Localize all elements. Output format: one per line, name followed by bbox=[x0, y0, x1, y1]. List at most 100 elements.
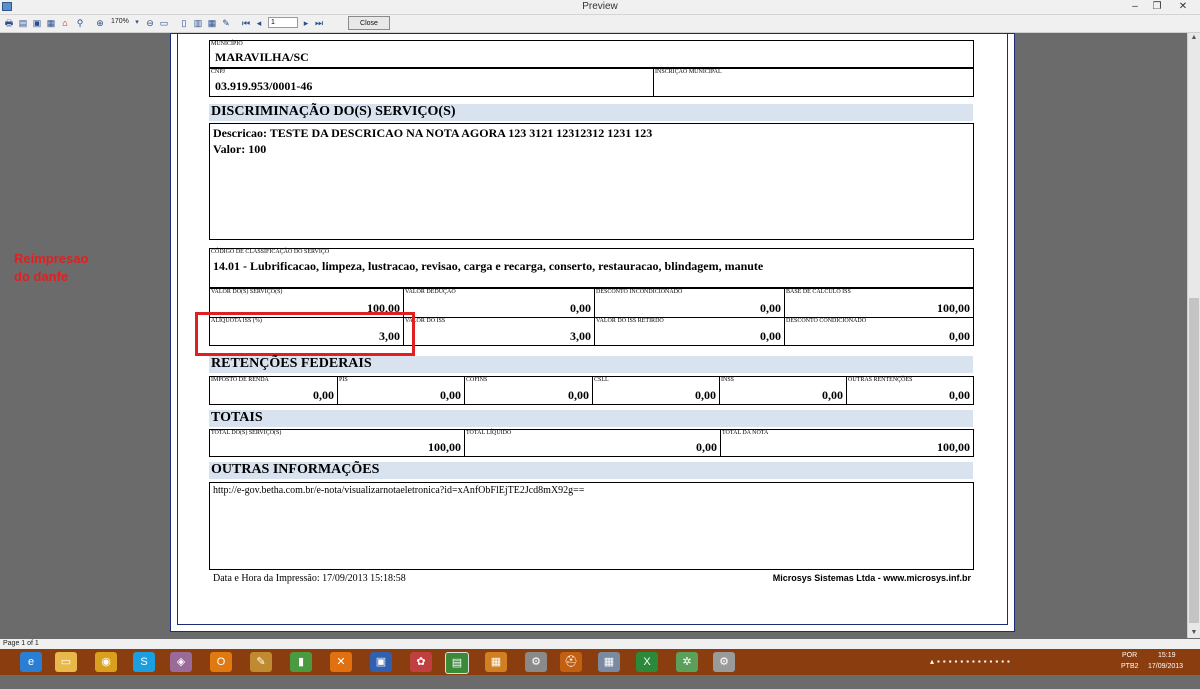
app-icon-10[interactable]: ✿ bbox=[410, 652, 432, 672]
zoom-dropdown-icon[interactable]: ▾ bbox=[131, 17, 143, 29]
vendor-footer: Microsys Sistemas Ltda - www.microsys.in… bbox=[772, 573, 971, 583]
csll-cell: CSLL 0,00 bbox=[593, 377, 720, 404]
cnpj-value: 03.919.953/0001-46 bbox=[215, 79, 313, 93]
total-liquido-label: TOTAL LÍQUIDO bbox=[466, 430, 512, 436]
tools-icon[interactable]: ✎ bbox=[250, 652, 272, 672]
total-nota-cell: TOTAL DA NOTA 100,00 bbox=[721, 430, 973, 456]
page-number-input[interactable] bbox=[268, 17, 298, 28]
municipio-value: MARAVILHA/SC bbox=[215, 50, 309, 64]
calculator-icon[interactable]: ▦ bbox=[598, 652, 620, 672]
app-icon-4[interactable]: ◈ bbox=[170, 652, 192, 672]
prev-page-icon[interactable]: ◂ bbox=[253, 17, 265, 29]
open-icon[interactable]: ▤ bbox=[17, 17, 29, 29]
base-calculo-cell: BASE DE CÁLCULO ISS 100,00 bbox=[785, 289, 973, 317]
classificacao-label: CÓDIGO DE CLASSIFICAÇÃO DO SERVIÇO bbox=[211, 249, 330, 255]
export-icon[interactable]: ▦ bbox=[45, 17, 57, 29]
outras-retencoes-label: OUTRAS RENTENÇÕES bbox=[848, 377, 913, 383]
municipio-label: MUNICÍPIO bbox=[211, 41, 243, 47]
total-servicos-cell: TOTAL DO(S) SERVIÇO(S) 100,00 bbox=[210, 430, 465, 456]
desconto-incondicionado-cell: DESCONTO INCONDICIONADO 0,00 bbox=[595, 289, 784, 317]
valor-iss-value: 3,00 bbox=[570, 329, 591, 343]
valor-iss-cell: VALOR DO ISS 3,00 bbox=[404, 318, 594, 345]
ir-value: 0,00 bbox=[313, 388, 334, 402]
discriminacao-line2: Valor: 100 bbox=[213, 142, 267, 156]
csll-value: 0,00 bbox=[695, 388, 716, 402]
next-page-icon[interactable]: ▸ bbox=[300, 17, 312, 29]
vertical-scrollbar[interactable]: ▲ ▼ bbox=[1187, 33, 1200, 638]
zoom-level[interactable]: 170% bbox=[111, 18, 129, 25]
reprint-note-line2: do danfe bbox=[14, 269, 69, 284]
fit-page-icon[interactable]: ▭ bbox=[158, 17, 170, 29]
save-icon[interactable]: ▣ bbox=[31, 17, 43, 29]
pdf-icon[interactable]: ⌂ bbox=[59, 17, 71, 29]
close-window-button[interactable]: ✕ bbox=[1170, 0, 1196, 14]
input-layout[interactable]: PTB2 bbox=[1121, 663, 1139, 689]
page-count: Page 1 of 1 bbox=[3, 640, 39, 647]
skype-icon[interactable]: S bbox=[133, 652, 155, 672]
valor-deducao-label: VALOR DEDUÇÃO bbox=[405, 289, 456, 295]
multi-pages-icon[interactable]: ▦ bbox=[206, 17, 218, 29]
app-icon-9[interactable]: ▣ bbox=[370, 652, 392, 672]
ie-icon[interactable]: e bbox=[20, 652, 42, 672]
scroll-thumb[interactable] bbox=[1189, 298, 1199, 623]
first-page-icon[interactable]: ⏮ bbox=[240, 17, 252, 29]
tray-icons[interactable]: ▴▪▪▪▪▪▪▪▪▪▪▪▪▪ bbox=[930, 657, 1013, 683]
valor-servicos-label: VALOR DO(S) SERVIÇO(S) bbox=[211, 289, 283, 295]
inscricao-label: INSCRIÇÃO MUNICIPAL bbox=[655, 69, 722, 75]
app-icon-13[interactable]: ⚙ bbox=[525, 652, 547, 672]
excel-icon[interactable]: X bbox=[636, 652, 658, 672]
total-nota-value: 100,00 bbox=[937, 440, 970, 454]
print-icon[interactable]: 🖶 bbox=[3, 17, 15, 29]
reprint-note: Reimpresao do danfe bbox=[14, 250, 88, 286]
edit-icon[interactable]: ✎ bbox=[220, 17, 232, 29]
total-nota-label: TOTAL DA NOTA bbox=[722, 430, 769, 436]
classificacao-box: CÓDIGO DE CLASSIFICAÇÃO DO SERVIÇO 14.01… bbox=[209, 248, 974, 288]
cnpj-cell: CNPJ 03.919.953/0001-46 bbox=[210, 69, 654, 96]
find-icon[interactable]: ⚲ bbox=[74, 17, 86, 29]
totais-header: TOTAIS bbox=[209, 410, 973, 427]
clock-date[interactable]: 17/09/2013 bbox=[1148, 663, 1183, 689]
cofins-cell: COFINS 0,00 bbox=[465, 377, 593, 404]
cofins-value: 0,00 bbox=[568, 388, 589, 402]
ir-label: IMPOSTO DE RENDA bbox=[211, 377, 269, 383]
single-page-icon[interactable]: ▯ bbox=[178, 17, 190, 29]
scroll-up-icon[interactable]: ▲ bbox=[1188, 33, 1200, 43]
last-page-icon[interactable]: ⏭ bbox=[313, 17, 325, 29]
iss-retido-value: 0,00 bbox=[760, 329, 781, 343]
close-button[interactable]: Close bbox=[348, 16, 390, 30]
retencoes-row: IMPOSTO DE RENDA 0,00 PIS 0,00 COFINS 0,… bbox=[209, 376, 974, 405]
desconto-condicionado-value: 0,00 bbox=[949, 329, 970, 343]
network-app-icon[interactable]: ✲ bbox=[676, 652, 698, 672]
outlook-icon[interactable]: O bbox=[210, 652, 232, 672]
app-icon-12[interactable]: ▦ bbox=[485, 652, 507, 672]
pis-cell: PIS 0,00 bbox=[338, 377, 465, 404]
inss-label: INSS bbox=[721, 377, 735, 383]
desconto-incondicionado-value: 0,00 bbox=[760, 301, 781, 315]
base-calculo-value: 100,00 bbox=[937, 301, 970, 315]
scroll-down-icon[interactable]: ▼ bbox=[1188, 628, 1200, 638]
app-icon-18[interactable]: ⚙ bbox=[713, 652, 735, 672]
outras-title: OUTRAS INFORMAÇÕES bbox=[211, 462, 380, 477]
ir-cell: IMPOSTO DE RENDA 0,00 bbox=[210, 377, 338, 404]
minimize-button[interactable]: – bbox=[1126, 0, 1144, 14]
zoom-icon[interactable]: ⊕ bbox=[94, 17, 106, 29]
active-app-icon[interactable]: ▤ bbox=[445, 652, 469, 674]
outras-retencoes-cell: OUTRAS RENTENÇÕES 0,00 bbox=[847, 377, 973, 404]
zoom-out-icon[interactable]: ⊖ bbox=[144, 17, 156, 29]
app-icon-14[interactable]: ⛑ bbox=[560, 652, 582, 672]
status-bar: Page 1 of 1 bbox=[0, 639, 1200, 649]
valor-deducao-value: 0,00 bbox=[570, 301, 591, 315]
two-pages-icon[interactable]: ▥ bbox=[192, 17, 204, 29]
title-bar: Preview – ❐ ✕ bbox=[0, 0, 1200, 15]
explorer-icon[interactable]: ▭ bbox=[55, 652, 77, 672]
restore-button[interactable]: ❐ bbox=[1148, 0, 1166, 14]
outras-box: http://e-gov.betha.com.br/e-nota/visuali… bbox=[209, 482, 974, 570]
total-liquido-value: 0,00 bbox=[696, 440, 717, 454]
retencoes-header: RETENÇÕES FEDERAIS bbox=[209, 356, 973, 373]
municipio-box: MUNICÍPIO MARAVILHA/SC bbox=[209, 40, 974, 68]
taskbar: e ▭ ◉ S ◈ O ✎ ▮ ✕ ▣ ✿ ▤ ▦ ⚙ ⛑ ▦ X ✲ ⚙ ▴▪… bbox=[0, 649, 1200, 675]
xampp-icon[interactable]: ✕ bbox=[330, 652, 352, 672]
chart-app-icon[interactable]: ▮ bbox=[290, 652, 312, 672]
chrome-icon[interactable]: ◉ bbox=[95, 652, 117, 672]
iss-retido-label: VALOR DO ISS RETIRDO bbox=[596, 318, 664, 324]
